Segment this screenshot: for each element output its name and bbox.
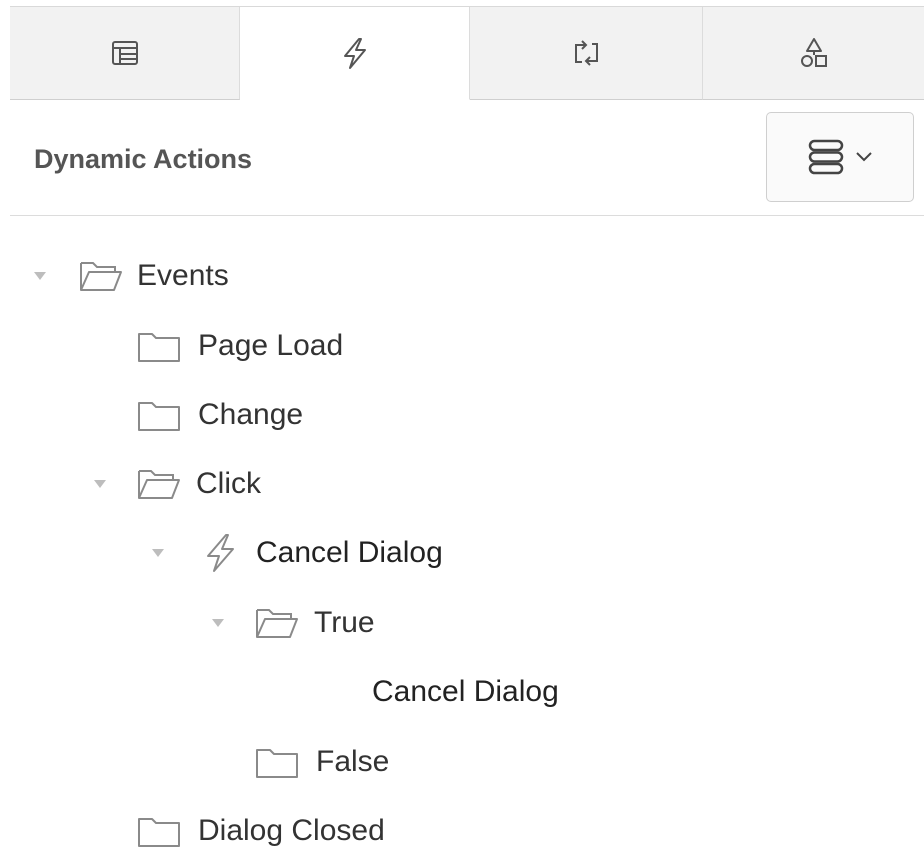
open-folder-icon xyxy=(136,466,182,502)
tree-node-page-load[interactable]: Page Load xyxy=(136,316,343,376)
tree-node-click[interactable]: Click xyxy=(92,454,261,514)
menu-button[interactable] xyxy=(766,112,914,202)
tree-node-cancel-dialog-leaf[interactable]: Cancel Dialog xyxy=(372,662,559,722)
tree-node-label: Cancel Dialog xyxy=(256,536,443,569)
tree-node-change[interactable]: Change xyxy=(136,385,303,445)
tree-node-false[interactable]: False xyxy=(254,732,389,792)
tree-node-label: Change xyxy=(198,398,304,431)
expand-toggle-icon[interactable] xyxy=(92,476,108,492)
lightning-icon xyxy=(343,38,366,69)
open-folder-icon xyxy=(78,258,124,294)
tab-layout[interactable] xyxy=(10,7,240,100)
tree-node-dialog-closed[interactable]: Dialog Closed xyxy=(136,801,385,861)
tab-bar xyxy=(10,6,924,100)
transfer-icon xyxy=(575,40,598,66)
tab-processing[interactable] xyxy=(470,7,703,100)
tree-node-events[interactable]: Events xyxy=(32,246,229,306)
folder-icon xyxy=(136,397,182,433)
chevron-down-icon xyxy=(856,152,872,162)
folder-icon xyxy=(136,328,182,364)
folder-icon xyxy=(254,744,300,780)
shapes-icon xyxy=(800,38,827,67)
tab-shared-components[interactable] xyxy=(703,7,924,100)
panel-header: Dynamic Actions xyxy=(10,100,924,216)
tab-dynamic-actions[interactable] xyxy=(240,7,470,100)
stack-icon xyxy=(808,139,844,175)
tree-node-label: Click xyxy=(196,467,261,500)
tree-node-label: Page Load xyxy=(198,329,344,362)
tree-node-label: True xyxy=(314,606,375,639)
expand-toggle-icon[interactable] xyxy=(210,615,226,631)
open-folder-icon xyxy=(254,605,300,641)
layout-icon xyxy=(111,41,138,65)
expand-toggle-icon[interactable] xyxy=(32,268,48,284)
lightning-icon xyxy=(200,531,240,575)
panel-title: Dynamic Actions xyxy=(34,144,253,174)
tree-node-label: False xyxy=(316,745,390,778)
tree-node-true[interactable]: True xyxy=(210,593,375,653)
tree-node-cancel-dialog-action[interactable]: Cancel Dialog xyxy=(150,523,443,583)
tree-node-label: Events xyxy=(137,259,229,292)
tree-node-label: Dialog Closed xyxy=(198,814,385,847)
expand-toggle-icon[interactable] xyxy=(150,545,166,561)
folder-icon xyxy=(136,813,182,849)
tree-node-label: Cancel Dialog xyxy=(372,675,559,708)
